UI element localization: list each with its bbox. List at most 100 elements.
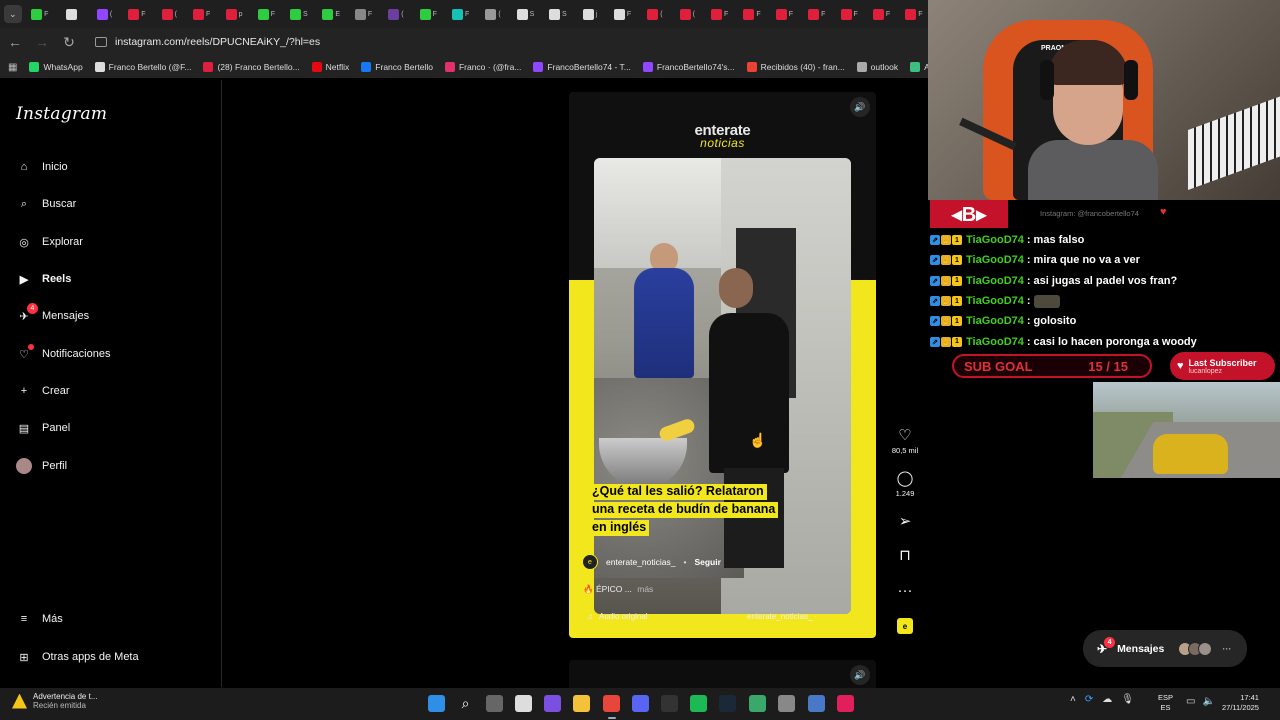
nav-crear[interactable]: + Crear <box>16 378 70 404</box>
next-reel-preview[interactable]: 🔊 <box>569 660 876 690</box>
search-icon[interactable]: ⌕ <box>457 695 474 712</box>
forward-icon[interactable]: → <box>30 30 54 54</box>
browser-tab[interactable]: F <box>123 3 151 25</box>
bookmark-item[interactable]: Franco · (@fra... <box>444 62 521 72</box>
browser-tab[interactable]: ( <box>641 3 669 25</box>
browser-tab[interactable]: F <box>608 3 636 25</box>
discord-icon[interactable] <box>632 695 649 712</box>
browser-tab[interactable]: j <box>576 3 604 25</box>
bookmark-item[interactable]: FrancoBertello74's... <box>642 62 735 72</box>
browser-tab[interactable]: F <box>26 3 54 25</box>
browser-tab[interactable] <box>58 3 86 25</box>
reel-video-player[interactable]: enterate noticias ¿Qué tal les salió? Re… <box>569 92 876 638</box>
more-options-button[interactable]: ··· <box>888 583 922 601</box>
like-button[interactable]: ♡ 80,5 mil <box>888 428 922 456</box>
bookmark-item[interactable]: Franco Bertello (@F... <box>94 62 191 72</box>
bookmark-item[interactable]: Franco Bertello <box>361 62 433 72</box>
spotify-icon[interactable] <box>690 695 707 712</box>
browser-tab[interactable]: F <box>738 3 766 25</box>
more-link[interactable]: más <box>637 584 653 594</box>
audio-avatar[interactable]: e <box>897 618 913 634</box>
nav-explorar[interactable]: ◎ Explorar <box>16 229 83 255</box>
browser-tab[interactable]: F <box>446 3 474 25</box>
browser-tab[interactable]: F <box>867 3 895 25</box>
chat-username[interactable]: TiaGooD74 <box>966 295 1024 307</box>
browser-tab[interactable]: ( <box>90 3 118 25</box>
nav-mensajes[interactable]: ✈ 4 Mensajes <box>16 303 89 329</box>
clock[interactable]: 17:41 27/11/2025 <box>1222 693 1259 713</box>
language-indicator[interactable]: ESP ES <box>1158 693 1173 713</box>
bookmark-item[interactable]: FrancoBertello74 - T... <box>533 62 631 72</box>
browser-tab[interactable]: ( <box>155 3 183 25</box>
browser-tab[interactable]: ( <box>382 3 410 25</box>
chat-username[interactable]: TiaGooD74 <box>966 254 1024 266</box>
follow-button[interactable]: Seguir <box>694 557 720 567</box>
comment-button[interactable]: ◯ 1.249 <box>888 471 922 499</box>
chevron-up-icon[interactable]: ˄ <box>1070 694 1076 705</box>
browser-tab[interactable]: F <box>835 3 863 25</box>
nav-notificaciones[interactable]: ♡ Notificaciones <box>16 341 110 367</box>
steam-icon[interactable] <box>719 695 736 712</box>
site-info-icon[interactable] <box>95 37 107 47</box>
browser-tab[interactable]: F <box>705 3 733 25</box>
tiktok-icon[interactable] <box>837 695 854 712</box>
cloud-icon[interactable]: ☁ <box>1102 694 1112 705</box>
browser-tab[interactable]: E <box>317 3 345 25</box>
author-avatar[interactable]: e <box>582 554 598 570</box>
apps-grid-icon[interactable]: ▦ <box>8 62 17 73</box>
browser-tab[interactable]: S <box>285 3 313 25</box>
chrome-icon[interactable] <box>603 695 620 712</box>
back-icon[interactable]: ← <box>3 30 27 54</box>
browser-tab[interactable]: F <box>770 3 798 25</box>
reload-icon[interactable]: ↻ <box>57 30 81 54</box>
address-bar[interactable]: instagram.com/reels/DPUCNEAiKY_/?hl=es <box>87 31 919 53</box>
copilot-icon[interactable] <box>544 695 561 712</box>
nav-panel[interactable]: ▤ Panel <box>16 415 70 441</box>
nav-buscar[interactable]: ⌕ Buscar <box>16 191 76 217</box>
instagram-logo[interactable]: Instagram <box>16 104 107 124</box>
tab-search-menu-icon[interactable]: ⌄ <box>4 5 22 23</box>
chat-username[interactable]: TiaGooD74 <box>966 336 1024 348</box>
browser-tab[interactable]: F <box>900 3 928 25</box>
windows-start-icon[interactable] <box>428 695 445 712</box>
nav-meta-apps[interactable]: ⊞ Otras apps de Meta <box>16 644 138 670</box>
chat-username[interactable]: TiaGooD74 <box>966 234 1024 246</box>
messages-pill[interactable]: ✈ 4 Mensajes ··· <box>1083 630 1247 667</box>
nav-inicio[interactable]: ⌂ Inicio <box>16 154 68 180</box>
file-explorer-icon[interactable] <box>573 695 590 712</box>
bookmark-item[interactable]: WhatsApp <box>29 62 83 72</box>
bookmark-item[interactable]: Recibidos (40) - fran... <box>746 62 845 72</box>
browser-tab[interactable]: ( <box>673 3 701 25</box>
bookmark-item[interactable]: Netflix <box>311 62 349 72</box>
tray-app-icon[interactable]: ⟳ <box>1085 694 1093 705</box>
nav-more[interactable]: ≡ Más <box>16 606 63 632</box>
browser-tab[interactable]: F <box>414 3 442 25</box>
nav-reels[interactable]: ▶ Reels <box>16 266 72 292</box>
share-button[interactable]: ➢ <box>888 514 922 532</box>
app-icon-triangle[interactable] <box>749 695 766 712</box>
audio-author[interactable]: enterate_noticias_ · <box>747 612 817 621</box>
chat-username[interactable]: TiaGooD74 <box>966 275 1024 287</box>
browser-tab[interactable]: S <box>544 3 572 25</box>
bookmark-item[interactable]: (28) Franco Bertello... <box>203 62 300 72</box>
nav-perfil[interactable]: Perfil <box>16 453 67 479</box>
volume-icon[interactable]: 🔊 <box>850 97 870 117</box>
app-icon-monitor[interactable] <box>808 695 825 712</box>
browser-tab[interactable]: F <box>349 3 377 25</box>
notification-toast[interactable]: Advertencia de t... Recién emitida <box>12 692 97 710</box>
widgets-icon[interactable] <box>515 695 532 712</box>
bookmark-item[interactable]: outlook <box>856 62 898 72</box>
app-icon-gear[interactable] <box>778 695 795 712</box>
obs-icon[interactable] <box>661 695 678 712</box>
browser-tab[interactable]: F <box>187 3 215 25</box>
browser-tab[interactable]: p <box>220 3 248 25</box>
author-username[interactable]: enterate_noticias_ <box>606 557 675 567</box>
task-view-icon[interactable] <box>486 695 503 712</box>
save-button[interactable]: ⊓ <box>888 548 922 566</box>
chat-username[interactable]: TiaGooD74 <box>966 315 1024 327</box>
browser-tab[interactable]: F <box>803 3 831 25</box>
browser-tab[interactable]: F <box>252 3 280 25</box>
browser-tab[interactable]: ( <box>479 3 507 25</box>
quick-settings[interactable]: ▭ 🔈 <box>1186 696 1215 707</box>
microphone-icon[interactable]: 🎙 <box>1121 694 1134 705</box>
